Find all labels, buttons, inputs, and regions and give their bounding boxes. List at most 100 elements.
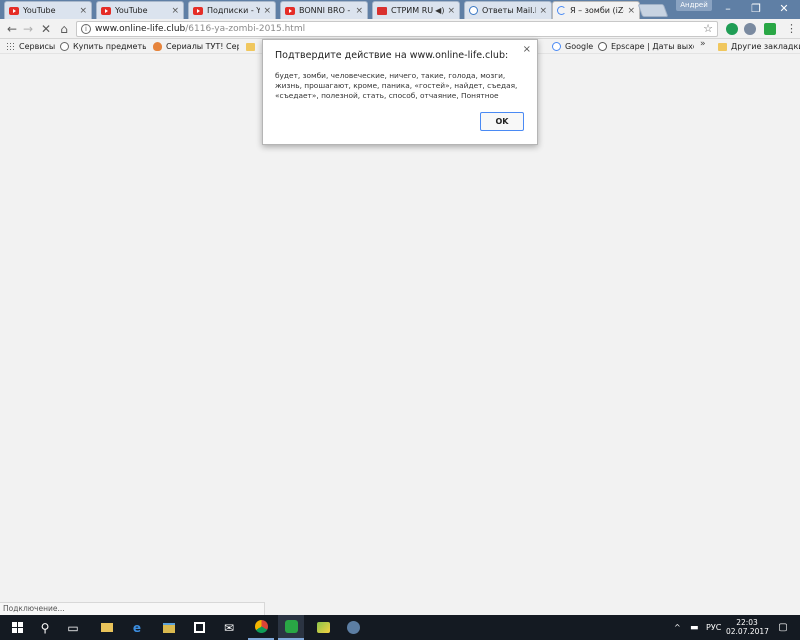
dialog-title: Подтвердите действие на www.online-life.… — [275, 50, 509, 61]
menu-icon[interactable]: ⋮ — [786, 22, 797, 36]
tab-close-icon[interactable]: × — [263, 6, 271, 16]
tab-strip: YouTube × YouTube × Подписки - You × BON… — [0, 0, 800, 19]
close-window-button[interactable]: ✕ — [770, 0, 798, 19]
extension-icon[interactable] — [726, 23, 738, 35]
home-button[interactable]: ⌂ — [56, 22, 72, 36]
edge-icon[interactable]: e — [124, 615, 150, 640]
youtube-icon — [101, 6, 111, 15]
new-tab-button[interactable] — [637, 4, 669, 17]
extension-icon[interactable] — [744, 23, 756, 35]
windows-logo-icon — [11, 622, 23, 633]
stop-button[interactable]: ✕ — [38, 22, 54, 36]
task-view-icon[interactable]: ▭ — [60, 615, 86, 640]
language-indicator[interactable]: РУС — [706, 615, 721, 640]
bookmark-epscape[interactable]: Epscape | Даты выхо — [598, 40, 694, 53]
tab-stream[interactable]: СТРИМ RUS ◀) × — [372, 1, 460, 19]
google-icon — [552, 42, 561, 51]
confirm-dialog: Подтвердите действие на www.online-life.… — [262, 39, 538, 145]
info-icon[interactable]: i — [81, 24, 91, 34]
steam-logo-icon — [346, 621, 360, 634]
bookmarks-overflow-button[interactable]: » — [700, 39, 706, 49]
back-button[interactable]: ← — [4, 22, 20, 36]
dialog-close-icon[interactable]: × — [523, 44, 531, 55]
bluestacks-icon[interactable] — [310, 615, 336, 640]
bookmark-serials[interactable]: Сериалы ТУТ! Сериа — [153, 40, 239, 53]
live-icon — [377, 6, 387, 15]
bookmark-label: Другие закладки — [731, 42, 800, 51]
folder-icon — [101, 623, 113, 632]
clock[interactable]: 22:03 02.07.2017 — [726, 618, 769, 636]
tab-active-zombie[interactable]: Я – зомби (iZom × — [552, 1, 640, 19]
profile-button[interactable]: Андрей — [676, 0, 712, 11]
clock-time: 22:03 — [736, 618, 758, 627]
tab-close-icon[interactable]: × — [171, 6, 179, 16]
star-icon[interactable]: ☆ — [703, 22, 713, 36]
restore-button[interactable]: ❐ — [742, 0, 770, 19]
bag-icon — [193, 622, 205, 633]
chrome-icon[interactable] — [248, 615, 274, 640]
youtube-icon — [9, 6, 19, 15]
bookmark-google[interactable]: Google — [552, 40, 593, 53]
shield-icon — [284, 620, 298, 633]
layers-icon — [316, 622, 330, 633]
ok-button[interactable]: OK — [480, 112, 524, 131]
minimize-button[interactable]: – — [714, 0, 742, 19]
network-icon[interactable]: ▬ — [690, 615, 699, 640]
other-bookmarks[interactable]: Другие закладки — [718, 40, 800, 53]
address-bar[interactable]: i www.online-life.club/6116-ya-zombi-201… — [76, 21, 718, 37]
bookmark-buy-items[interactable]: Купить предметы | M — [60, 40, 146, 53]
globe-icon — [60, 42, 69, 51]
tab-close-icon[interactable]: × — [355, 6, 363, 16]
bookmark-label: Google — [565, 42, 594, 51]
tab-label: Ответы Mail.Ru — [482, 6, 536, 15]
youtube-icon — [285, 6, 295, 15]
tab-youtube-2[interactable]: YouTube × — [96, 1, 184, 19]
start-button[interactable] — [4, 615, 30, 640]
youtube-icon — [193, 6, 203, 15]
tab-close-icon[interactable]: × — [539, 6, 547, 16]
speaker-icon[interactable]: ◀) — [435, 6, 444, 15]
search-icon[interactable]: ⚲ — [32, 615, 58, 640]
bookmark-services[interactable]: Сервисы — [6, 40, 55, 53]
bookmark-label: Купить предметы | M — [73, 42, 146, 51]
tab-label: YouTube — [115, 6, 148, 15]
steam-icon[interactable] — [340, 615, 366, 640]
explorer-icon[interactable] — [94, 615, 120, 640]
url-path: /6116-ya-zombi-2015.html — [185, 24, 306, 34]
mail-icon[interactable]: ✉ — [216, 615, 242, 640]
tab-subscriptions[interactable]: Подписки - You × — [188, 1, 276, 19]
url-text: www.online-life.club/6116-ya-zombi-2015.… — [95, 23, 305, 36]
taskbar: ⚲ ▭ e ✉ ^ ▬ РУС 22:03 02.07.2017 ▢ — [0, 615, 800, 640]
chrome-logo-icon — [254, 620, 268, 633]
tab-label: СТРИМ RUS — [391, 6, 434, 15]
folder-icon — [246, 42, 255, 51]
tab-close-icon[interactable]: × — [447, 6, 455, 16]
dialog-message: будет, зомби, человеческие, ничего, таки… — [275, 71, 518, 100]
store-icon[interactable] — [186, 615, 212, 640]
bookmark-label: Epscape | Даты выхо — [611, 42, 694, 51]
tab-label: YouTube — [23, 6, 56, 15]
clock-date: 02.07.2017 — [726, 627, 769, 636]
tab-label: Подписки - You — [207, 6, 261, 15]
tab-mail-answers[interactable]: Ответы Mail.Ru × — [464, 1, 552, 19]
notifications-icon[interactable]: ▢ — [772, 615, 794, 640]
loading-icon — [557, 6, 566, 15]
folder-icon — [718, 42, 727, 51]
bookmark-folder[interactable] — [246, 40, 259, 53]
file-folder-icon — [163, 622, 175, 633]
bookmark-label: Сериалы ТУТ! Сериа — [166, 42, 239, 51]
url-host: www.online-life.club — [95, 24, 186, 34]
file-manager-icon[interactable] — [156, 615, 182, 640]
tray-chevron[interactable]: ^ — [674, 615, 681, 640]
mail-answers-icon — [469, 6, 478, 15]
kaspersky-icon[interactable] — [278, 615, 304, 640]
forward-button[interactable]: → — [20, 22, 36, 36]
flame-icon — [153, 42, 162, 51]
tab-bonni-bro[interactable]: BONNI BRO - Y × — [280, 1, 368, 19]
shield-extension-icon[interactable] — [764, 23, 776, 35]
status-bubble: Подключение... — [0, 602, 265, 615]
tab-close-icon[interactable]: × — [627, 6, 635, 16]
epscape-icon — [598, 42, 607, 51]
tab-close-icon[interactable]: × — [79, 6, 87, 16]
tab-youtube-1[interactable]: YouTube × — [4, 1, 92, 19]
